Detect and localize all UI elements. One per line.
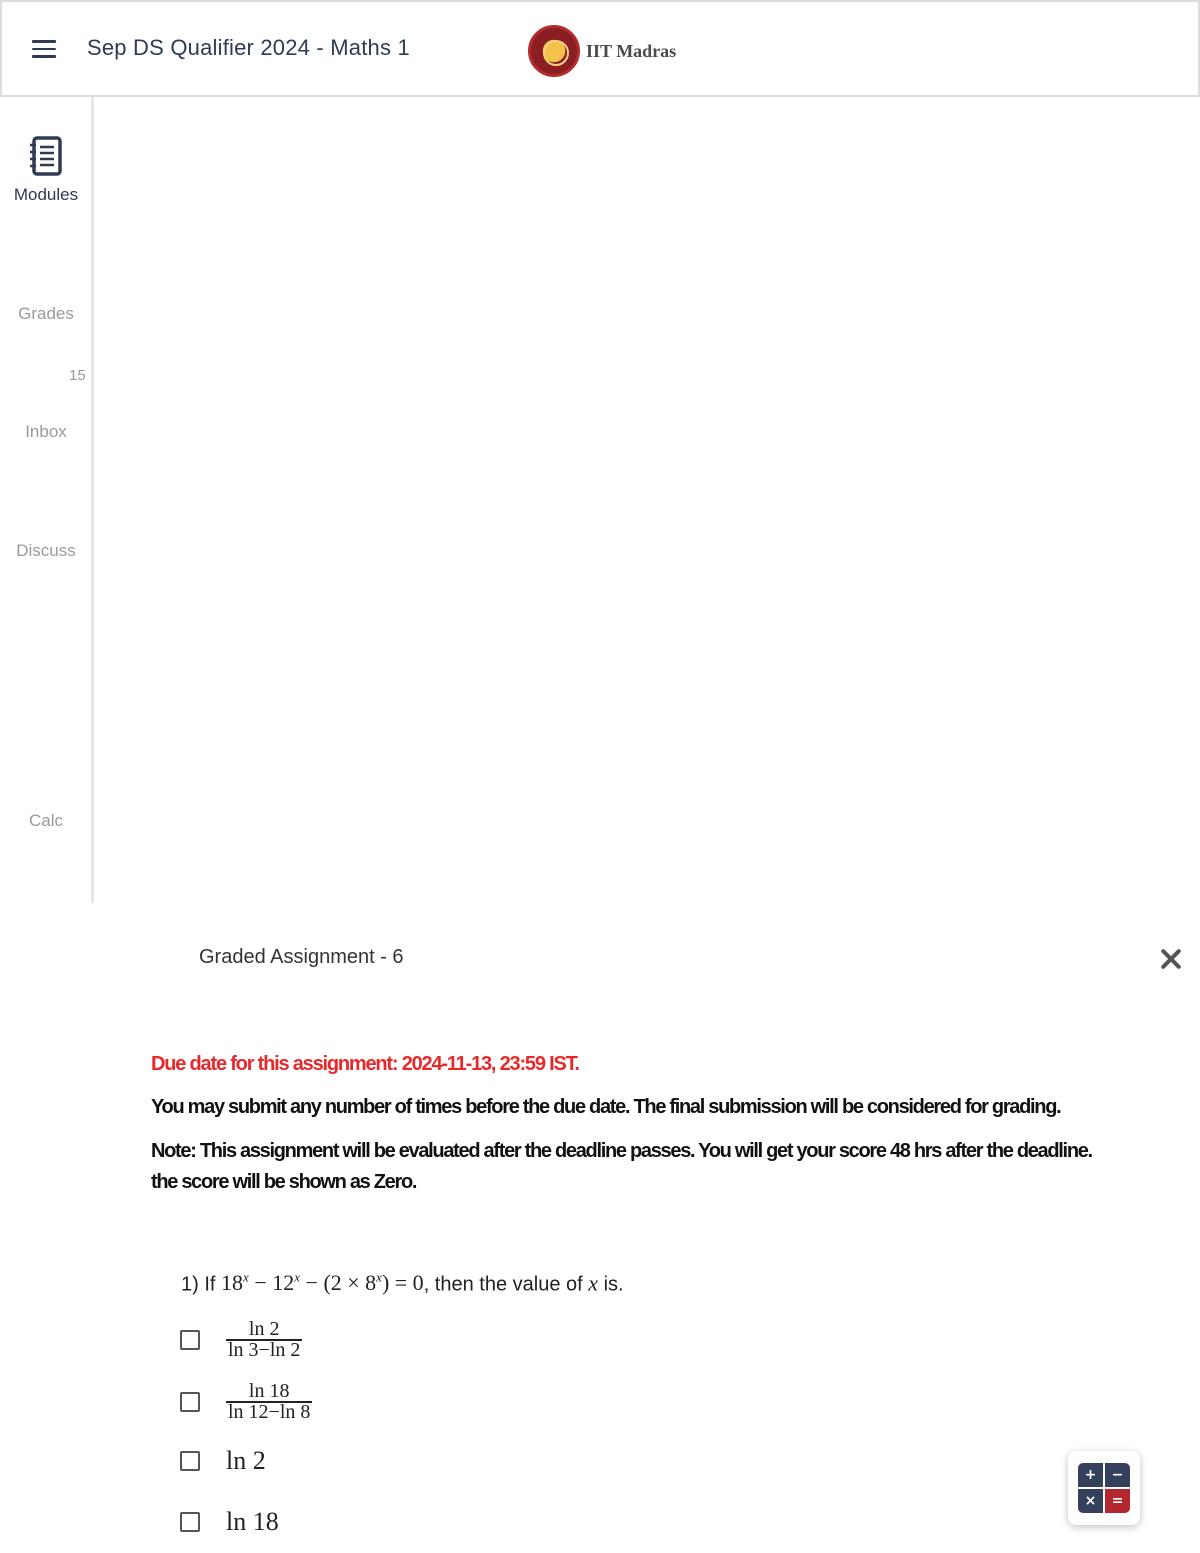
sidebar-item-modules[interactable]: Modules xyxy=(0,135,92,205)
calc-key-minus: − xyxy=(1105,1463,1130,1487)
sidebar-item-grades[interactable]: Grades xyxy=(0,304,92,324)
calculator-icon: + − × = xyxy=(1078,1463,1130,1513)
option-checkbox[interactable] xyxy=(180,1392,200,1412)
course-title: Sep DS Qualifier 2024 - Maths 1 xyxy=(87,35,410,60)
sidebar: Modules Grades 15 Inbox Discuss Calc xyxy=(0,97,94,903)
iit-madras-logo: IIT Madras xyxy=(528,24,676,78)
question-suffix: is. xyxy=(603,1273,624,1296)
question-middle: , then the value of xyxy=(423,1273,583,1296)
option-checkbox[interactable] xyxy=(180,1451,200,1471)
top-header: Sep DS Qualifier 2024 - Maths 1 IIT Madr… xyxy=(0,0,1200,97)
option-2[interactable]: ln 18 ln 12−ln 8 xyxy=(180,1380,313,1423)
fraction-denominator: ln 3−ln 2 xyxy=(226,1339,303,1361)
fraction-denominator: ln 12−ln 8 xyxy=(226,1401,313,1423)
sidebar-item-calc[interactable]: Calc xyxy=(0,811,92,831)
sidebar-item-label: Inbox xyxy=(25,422,67,441)
assignment-title: Graded Assignment - 6 xyxy=(199,946,404,968)
option-checkbox[interactable] xyxy=(180,1512,200,1532)
sidebar-item-label: Grades xyxy=(18,304,74,323)
option-fraction: ln 2 ln 3−ln 2 xyxy=(226,1318,303,1361)
notebook-icon xyxy=(30,136,62,176)
hamburger-menu-icon[interactable] xyxy=(32,40,56,60)
sidebar-item-label: Calc xyxy=(28,811,63,830)
question-number: 1) xyxy=(181,1273,199,1296)
close-icon[interactable] xyxy=(1156,944,1186,974)
option-fraction: ln 18 ln 12−ln 8 xyxy=(226,1380,313,1423)
sidebar-item-label: Discuss xyxy=(16,541,76,560)
evaluation-note-continued: the score will be shown as Zero. xyxy=(151,1171,417,1193)
question-1: 1) If 18x − 12x − (2 × 8x) = 0, then the… xyxy=(181,1270,624,1296)
calc-key-times: × xyxy=(1078,1489,1103,1513)
due-date-notice: Due date for this assignment: 2024-11-13… xyxy=(151,1053,580,1075)
inbox-count-badge: 15 xyxy=(69,367,86,384)
sidebar-item-label: Modules xyxy=(13,185,79,204)
sidebar-item-inbox[interactable]: Inbox xyxy=(0,422,92,442)
evaluation-note: Note: This assignment will be evaluated … xyxy=(151,1140,1093,1162)
option-4[interactable]: ln 18 xyxy=(180,1507,279,1537)
calc-key-plus: + xyxy=(1078,1463,1103,1487)
option-1[interactable]: ln 2 ln 3−ln 2 xyxy=(180,1318,303,1361)
option-text: ln 18 xyxy=(226,1507,279,1536)
logo-text: IIT Madras xyxy=(586,40,677,61)
iit-seal-icon xyxy=(528,25,580,77)
sidebar-item-discuss[interactable]: Discuss xyxy=(0,541,92,561)
calculator-button[interactable]: + − × = xyxy=(1068,1451,1140,1525)
submission-notice: You may submit any number of times befor… xyxy=(151,1096,1062,1118)
fraction-numerator: ln 2 xyxy=(248,1318,280,1340)
fraction-numerator: ln 18 xyxy=(248,1380,290,1402)
option-text: ln 2 xyxy=(226,1446,266,1475)
question-equation: 18x − 12x − (2 × 8x) = 0 xyxy=(221,1270,424,1296)
question-prefix: If xyxy=(204,1273,216,1296)
calc-key-equals: = xyxy=(1105,1489,1130,1513)
option-3[interactable]: ln 2 xyxy=(180,1446,266,1476)
option-checkbox[interactable] xyxy=(180,1330,200,1350)
question-variable: x xyxy=(588,1270,599,1296)
